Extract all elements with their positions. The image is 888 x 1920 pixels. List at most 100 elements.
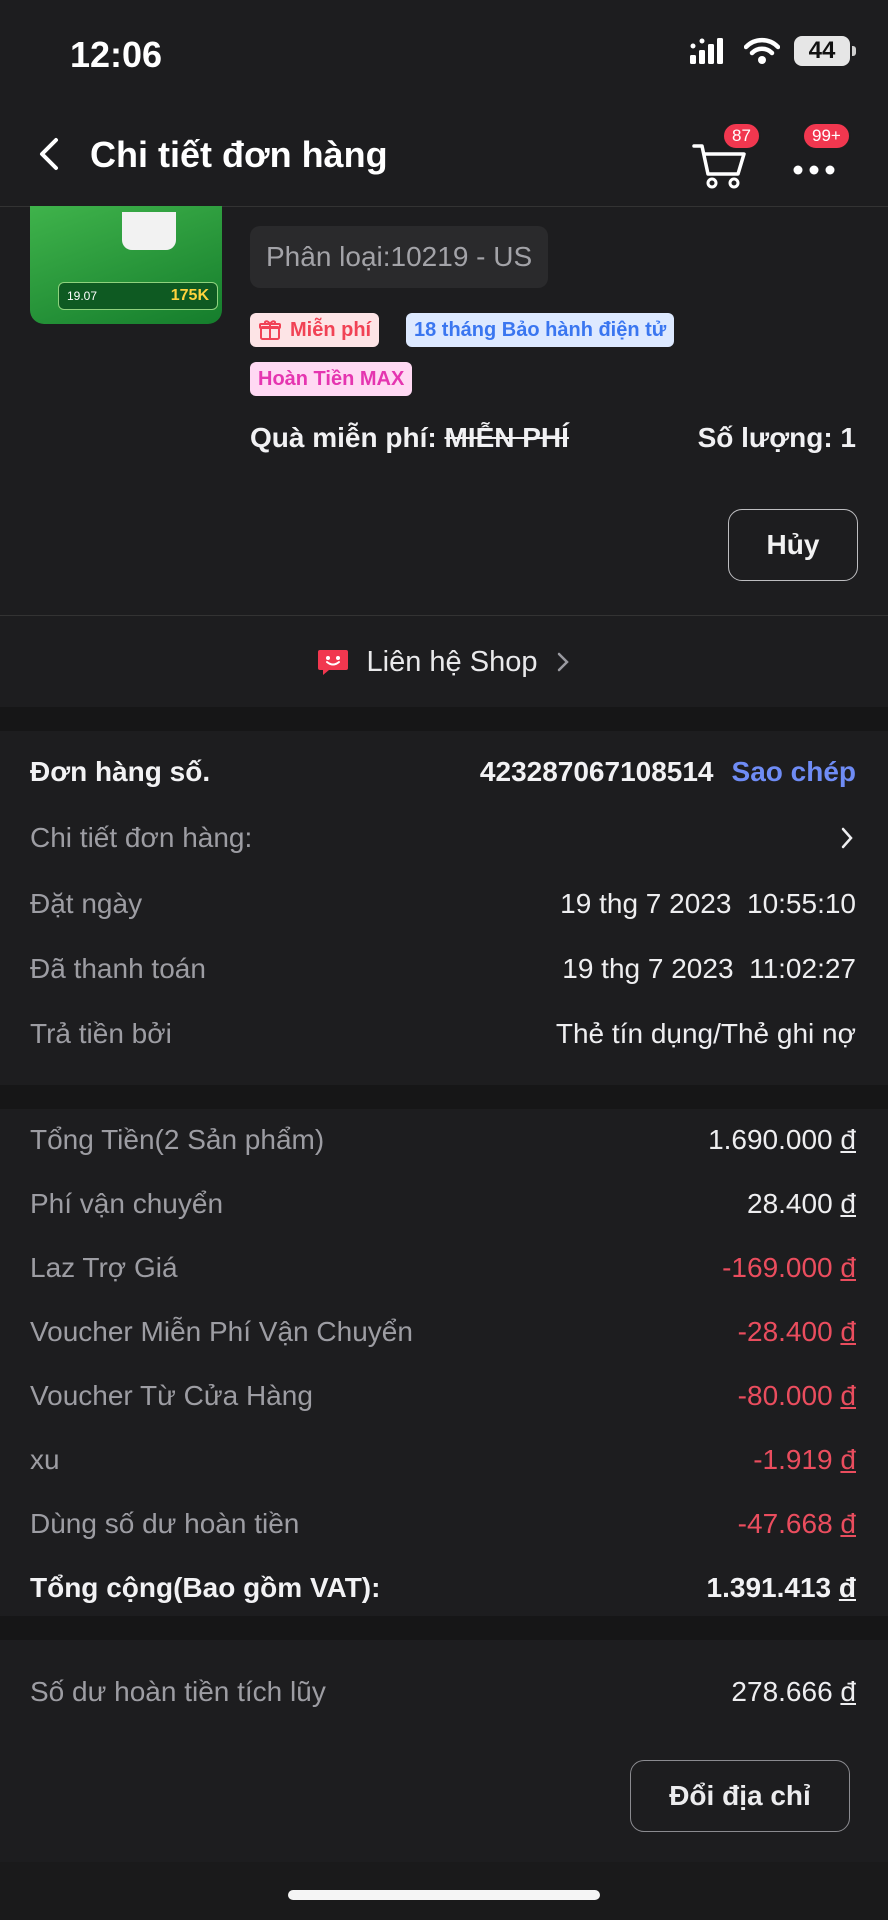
order-number-label: Đơn hàng số. [30,756,211,787]
shipping-row: Phí vận chuyển 28.400 đ [30,1188,856,1220]
more-badge: 99+ [802,122,851,150]
signal-icon [690,38,723,64]
cashback-tag: Hoàn Tiền MAX [250,362,413,396]
paid-label: Đã thanh toán [30,953,206,984]
order-number-group: 423287067108514 Sao chép [480,756,856,788]
quantity: Số lượng: 1 [697,422,856,453]
chevron-right-icon [558,652,570,672]
coins-value: -1.919 đ [753,1444,856,1476]
subtotal-value: 1.690.000 đ [708,1124,856,1156]
order-details-label: Chi tiết đơn hàng: [30,822,253,853]
cancel-button[interactable]: Hủy [728,509,858,581]
image-date: 19.07 [67,289,98,303]
currency-symbol: đ [838,1572,856,1603]
refund-balance-amount: -47.668 [737,1508,833,1539]
chat-icon [317,650,348,675]
section-gap [0,1085,888,1109]
copy-button[interactable]: Sao chép [732,756,856,787]
price-banner: 19.07 175K [58,282,218,310]
back-icon[interactable] [30,134,70,174]
divider [0,615,888,616]
shop-voucher-label: Voucher Từ Cửa Hàng [30,1380,313,1411]
currency-symbol: đ [840,1124,856,1155]
header-bar: Chi tiết đơn hàng 87 99+ [0,100,888,207]
currency-symbol: đ [840,1508,856,1539]
coins-label: xu [30,1444,60,1475]
pay-by-value: Thẻ tín dụng/Thẻ ghi nợ [555,1018,856,1049]
placed-value: 19 thg 7 2023 10:55:10 [560,888,856,919]
currency-symbol: đ [840,1316,856,1347]
total-label: Tổng cộng(Bao gồm VAT): [30,1572,381,1603]
shipping-amount: 28.400 [747,1188,833,1219]
change-address-button[interactable]: Đổi địa chỉ [630,1760,850,1832]
cashback-balance-row: Số dư hoàn tiền tích lũy 278.666 đ [30,1676,856,1708]
total-row: Tổng cộng(Bao gồm VAT): 1.391.413 đ [30,1572,856,1604]
paid-value: 19 thg 7 2023 11:02:27 [562,953,856,984]
currency-symbol: đ [840,1188,856,1219]
battery-icon: 44 [794,36,856,66]
cashback-label: Số dư hoàn tiền tích lũy [30,1676,326,1707]
gift-value: MIỄN PHÍ [444,422,569,453]
coins-row: xu -1.919 đ [30,1444,856,1476]
more-button[interactable]: 99+ [790,122,851,188]
contact-shop-button[interactable]: Liên hệ Shop [0,617,888,707]
subtotal-row: Tổng Tiền(2 Sản phẩm) 1.690.000 đ [30,1124,856,1156]
status-icons: 44 [690,36,856,66]
contact-shop-label: Liên hệ Shop [366,645,538,678]
refund-balance-label: Dùng số dư hoàn tiền [30,1508,300,1539]
variant-chip: Phân loại:10219 - US [250,226,549,288]
currency-symbol: đ [840,1676,856,1707]
subtotal-amount: 1.690.000 [708,1124,833,1155]
pay-method-row: Trả tiền bởi Thẻ tín dụng/Thẻ ghi nợ [30,1018,856,1050]
refund-balance-value: -47.668 đ [738,1508,856,1540]
free-tag-label: Miễn phí [290,318,372,341]
warranty-tag: 18 tháng Bảo hành điện tử [406,313,675,347]
shipping-value: 28.400 đ [747,1188,856,1220]
coins-amount: -1.919 [753,1444,833,1475]
product-image[interactable]: 19.07 175K [30,206,222,324]
section-gap [0,707,888,731]
wifi-icon [744,37,780,64]
gift-line: Quà miễn phí: MIỄN PHÍ [250,422,569,454]
shipping-label: Phí vận chuyển [30,1188,224,1219]
refund-balance-row: Dùng số dư hoàn tiền -47.668 đ [30,1508,856,1540]
cashback-amount: 278.666 [731,1676,833,1707]
paid-date-row: Đã thanh toán 19 thg 7 2023 11:02:27 [30,953,856,985]
pay-by-label: Trả tiền bởi [30,1018,172,1049]
subtotal-label: Tổng Tiền(2 Sản phẩm) [30,1124,325,1155]
image-price: 175K [170,287,209,304]
currency-symbol: đ [840,1444,856,1475]
total-value: 1.391.413 đ [707,1572,856,1604]
order-number: 423287067108514 [479,756,714,787]
status-time: 12:06 [70,34,163,75]
shop-voucher-amount: -80.000 [737,1380,833,1411]
chevron-right-icon [841,827,853,849]
free-ship-voucher-row: Voucher Miễn Phí Vận Chuyển -28.400 đ [30,1316,856,1348]
free-ship-value: -28.400 đ [738,1316,856,1348]
shop-voucher-value: -80.000 đ [738,1380,856,1412]
more-icon [793,165,835,175]
free-tag: Miễn phí [250,313,380,347]
subsidy-amount: -169.000 [722,1252,833,1283]
shop-voucher-row: Voucher Từ Cửa Hàng -80.000 đ [30,1380,856,1412]
page-title: Chi tiết đơn hàng [90,134,388,175]
total-amount: 1.391.413 [706,1572,832,1603]
gift-label: Quà miễn phí: [250,422,437,453]
order-number-row: Đơn hàng số. 423287067108514 Sao chép [30,756,856,788]
currency-symbol: đ [840,1252,856,1283]
free-ship-label: Voucher Miễn Phí Vận Chuyển [30,1316,413,1347]
subsidy-row: Laz Trợ Giá -169.000 đ [30,1252,856,1284]
free-ship-amount: -28.400 [737,1316,833,1347]
subsidy-label: Laz Trợ Giá [30,1252,178,1283]
placed-label: Đặt ngày [30,888,143,919]
section-gap [0,1616,888,1640]
currency-symbol: đ [840,1380,856,1411]
charger-shape [122,212,176,250]
cart-button[interactable]: 87 [690,122,761,192]
subsidy-value: -169.000 đ [722,1252,856,1284]
placed-date-row: Đặt ngày 19 thg 7 2023 10:55:10 [30,888,856,920]
cart-badge: 87 [722,122,761,150]
cashback-value: 278.666 đ [731,1676,856,1708]
order-details-row[interactable]: Chi tiết đơn hàng: [30,822,856,854]
home-indicator[interactable] [288,1890,600,1900]
